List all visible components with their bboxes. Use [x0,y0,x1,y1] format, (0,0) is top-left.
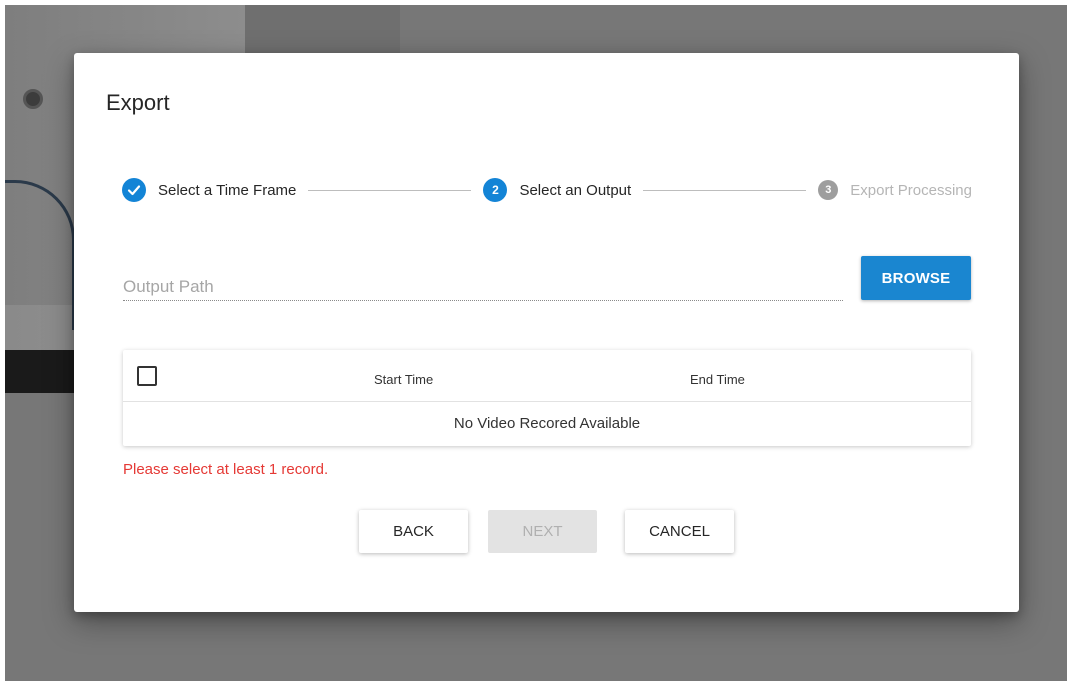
step-connector [308,189,472,191]
records-table: Start Time End Time No Video Recored Ava… [123,350,971,446]
export-stepper: Select a Time Frame 2 Select an Output 3… [122,177,972,203]
output-path-input[interactable] [123,269,843,300]
step-select-time-frame[interactable]: Select a Time Frame [122,178,296,202]
dialog-title: Export [106,90,170,115]
column-header-start-time[interactable]: Start Time [374,372,433,387]
step-number-badge: 3 [818,180,839,200]
next-button[interactable]: NEXT [488,510,597,553]
output-path-field [123,269,843,301]
step-label: Select an Output [519,181,632,199]
browse-button[interactable]: BROWSE [861,256,971,300]
step-select-output[interactable]: 2 Select an Output [483,178,631,202]
empty-table-message: No Video Recored Available [453,415,641,432]
step-connector [643,189,807,191]
select-all-checkbox[interactable] [137,366,157,386]
export-dialog: Export Select a Time Frame 2 Select an O… [74,53,1019,612]
step-number-badge: 2 [483,178,508,202]
column-header-end-time[interactable]: End Time [690,372,745,387]
table-header: Start Time End Time [123,350,971,402]
check-icon [122,178,146,202]
back-button[interactable]: BACK [359,510,468,553]
step-export-processing: 3 Export Processing [818,180,972,200]
door-knob [23,89,43,109]
validation-error: Please select at least 1 record. [123,461,329,478]
cancel-button[interactable]: CANCEL [625,510,734,553]
step-label: Export Processing [850,181,972,199]
step-label: Select a Time Frame [158,181,297,199]
